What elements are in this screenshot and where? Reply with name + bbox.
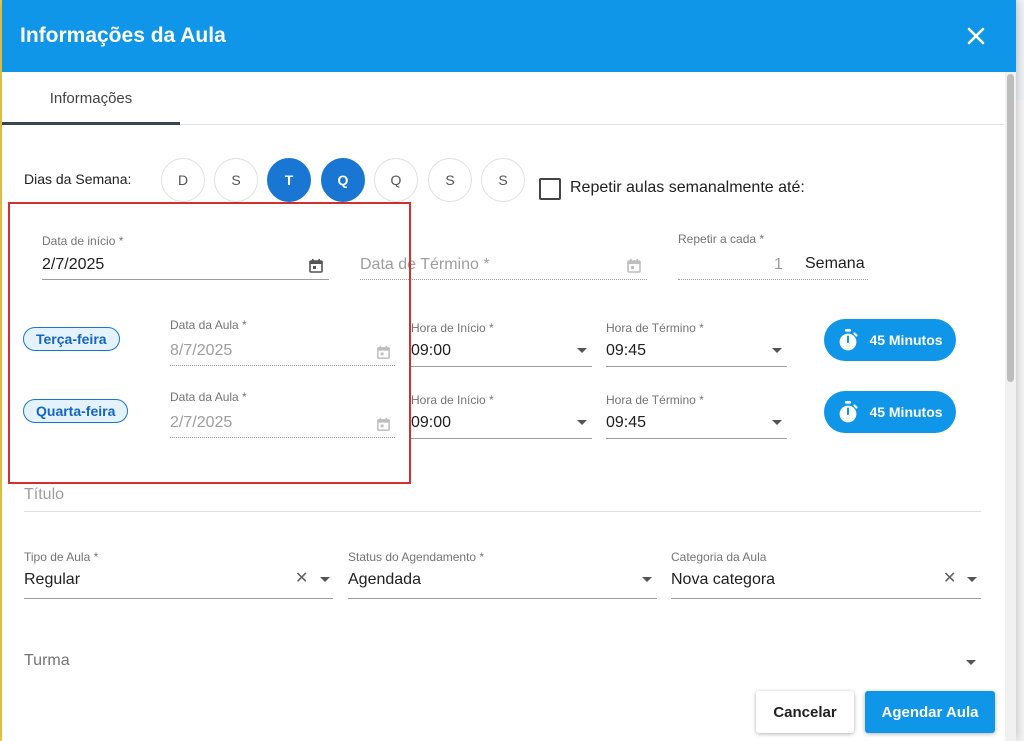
group-select[interactable]: Turma [24,650,981,680]
start-date-value: 2/7/2025 [42,256,105,273]
caret-down-icon [642,577,652,582]
duration-label: 45 Minutos [869,404,943,420]
schedule-class-button[interactable]: Agendar Aula [865,691,995,733]
dialog-header: Informações da Aula [2,0,1016,72]
session-start-time-select[interactable]: Hora de Início * 09:00 [411,393,592,440]
caret-down-icon [577,348,587,353]
repeat-every-label: Repetir a cada * [678,232,765,246]
caret-down-icon [320,577,330,582]
start-date-label: Data de início * [42,234,124,248]
caret-down-icon [772,420,782,425]
class-info-dialog: Informações da Aula Informações Dias da … [2,0,1016,741]
start-time-label: Hora de Início * [411,393,494,407]
duration-button[interactable]: 45 Minutos [824,319,956,361]
calendar-icon[interactable] [376,345,391,360]
class-type-value: Regular [24,571,81,588]
tab-divider [180,124,1004,125]
timer-icon [840,329,859,351]
end-time-label: Hora de Término * [606,393,704,407]
end-time-value: 09:45 [606,342,647,359]
day-toggle-friday[interactable]: S [428,158,472,202]
calendar-icon[interactable] [376,417,391,432]
repeat-every-field[interactable]: Repetir a cada * 1 Semana [678,232,868,282]
category-select[interactable]: Categoria da Aula Nova categora ✕ [671,550,981,600]
caret-down-icon [577,420,587,425]
session-date-underline [170,365,395,366]
start-date-field[interactable]: Data de início * 2/7/2025 [24,232,329,282]
category-value: Nova categora [671,571,776,588]
duration-label: 45 Minutos [869,332,943,348]
start-date-underline [42,279,329,280]
day-toggle-sunday[interactable]: D [161,158,205,202]
close-button[interactable] [960,20,992,52]
day-toggle-tuesday[interactable]: T [267,158,311,202]
status-underline [348,598,657,599]
repeat-every-value: 1 [774,256,783,273]
caret-down-icon [772,348,782,353]
day-toggle-thursday[interactable]: Q [374,158,418,202]
day-toggle-saturday[interactable]: S [481,158,525,202]
end-date-field[interactable]: Data de Término * [360,232,647,282]
clear-icon[interactable]: ✕ [295,571,308,587]
session-date-label: Data da Aula * [170,390,247,404]
session-date-label: Data da Aula * [170,318,247,332]
days-of-week-label: Dias da Semana: [24,171,132,187]
calendar-icon[interactable] [626,258,642,274]
start-time-value: 09:00 [411,342,452,359]
session-date-value: 8/7/2025 [170,342,233,359]
category-underline [671,598,981,599]
session-end-time-select[interactable]: Hora de Término * 09:45 [606,321,787,368]
category-label: Categoria da Aula [671,550,767,564]
duration-button[interactable]: 45 Minutos [824,391,956,433]
clear-icon[interactable]: ✕ [943,571,956,587]
timer-icon [840,401,859,423]
title-placeholder: Título [24,486,65,503]
status-value: Agendada [348,571,421,588]
repeat-weekly-checkbox[interactable] [539,178,561,200]
repeat-weekly-label: Repetir aulas semanalmente até: [570,179,805,196]
class-type-underline [24,598,333,599]
close-icon [967,27,985,45]
repeat-every-underline [678,279,868,280]
cancel-button[interactable]: Cancelar [756,691,854,733]
end-date-placeholder: Data de Término * [360,256,490,273]
dialog-title: Informações da Aula [20,24,226,47]
caret-down-icon [967,577,977,582]
session-date-field[interactable]: Data da Aula * 2/7/2025 [170,390,395,440]
class-type-select[interactable]: Tipo de Aula * Regular ✕ [24,550,333,600]
day-toggle-monday[interactable]: S [214,158,258,202]
session-day-chip-tuesday: Terça-feira [23,327,120,351]
session-date-underline [170,437,395,438]
class-type-label: Tipo de Aula * [24,550,99,564]
start-time-label: Hora de Início * [411,321,494,335]
session-day-chip-wednesday: Quarta-feira [23,399,129,423]
day-toggle-wednesday[interactable]: Q [321,158,365,202]
end-time-underline [606,366,787,367]
caret-down-icon [966,660,976,665]
tab-informacoes[interactable]: Informações [2,72,180,125]
title-underline [24,511,981,512]
calendar-icon[interactable] [308,258,324,274]
end-time-underline [606,438,787,439]
tab-active-indicator [2,122,180,125]
session-date-value: 2/7/2025 [170,414,233,431]
group-placeholder: Turma [24,652,70,669]
dialog-scrollbar[interactable] [1005,72,1016,741]
end-date-underline [360,279,647,280]
title-input[interactable]: Título [24,484,981,514]
start-time-underline [411,438,592,439]
end-time-value: 09:45 [606,414,647,431]
end-time-label: Hora de Término * [606,321,704,335]
repeat-every-unit: Semana [805,255,865,272]
background-page-edge-right [1016,100,1024,741]
scrollbar-thumb[interactable] [1007,74,1014,382]
status-label: Status do Agendamento * [348,550,485,564]
status-select[interactable]: Status do Agendamento * Agendada [348,550,657,600]
session-end-time-select[interactable]: Hora de Término * 09:45 [606,393,787,440]
session-start-time-select[interactable]: Hora de Início * 09:00 [411,321,592,368]
start-time-value: 09:00 [411,414,452,431]
session-date-field[interactable]: Data da Aula * 8/7/2025 [170,318,395,368]
start-time-underline [411,366,592,367]
